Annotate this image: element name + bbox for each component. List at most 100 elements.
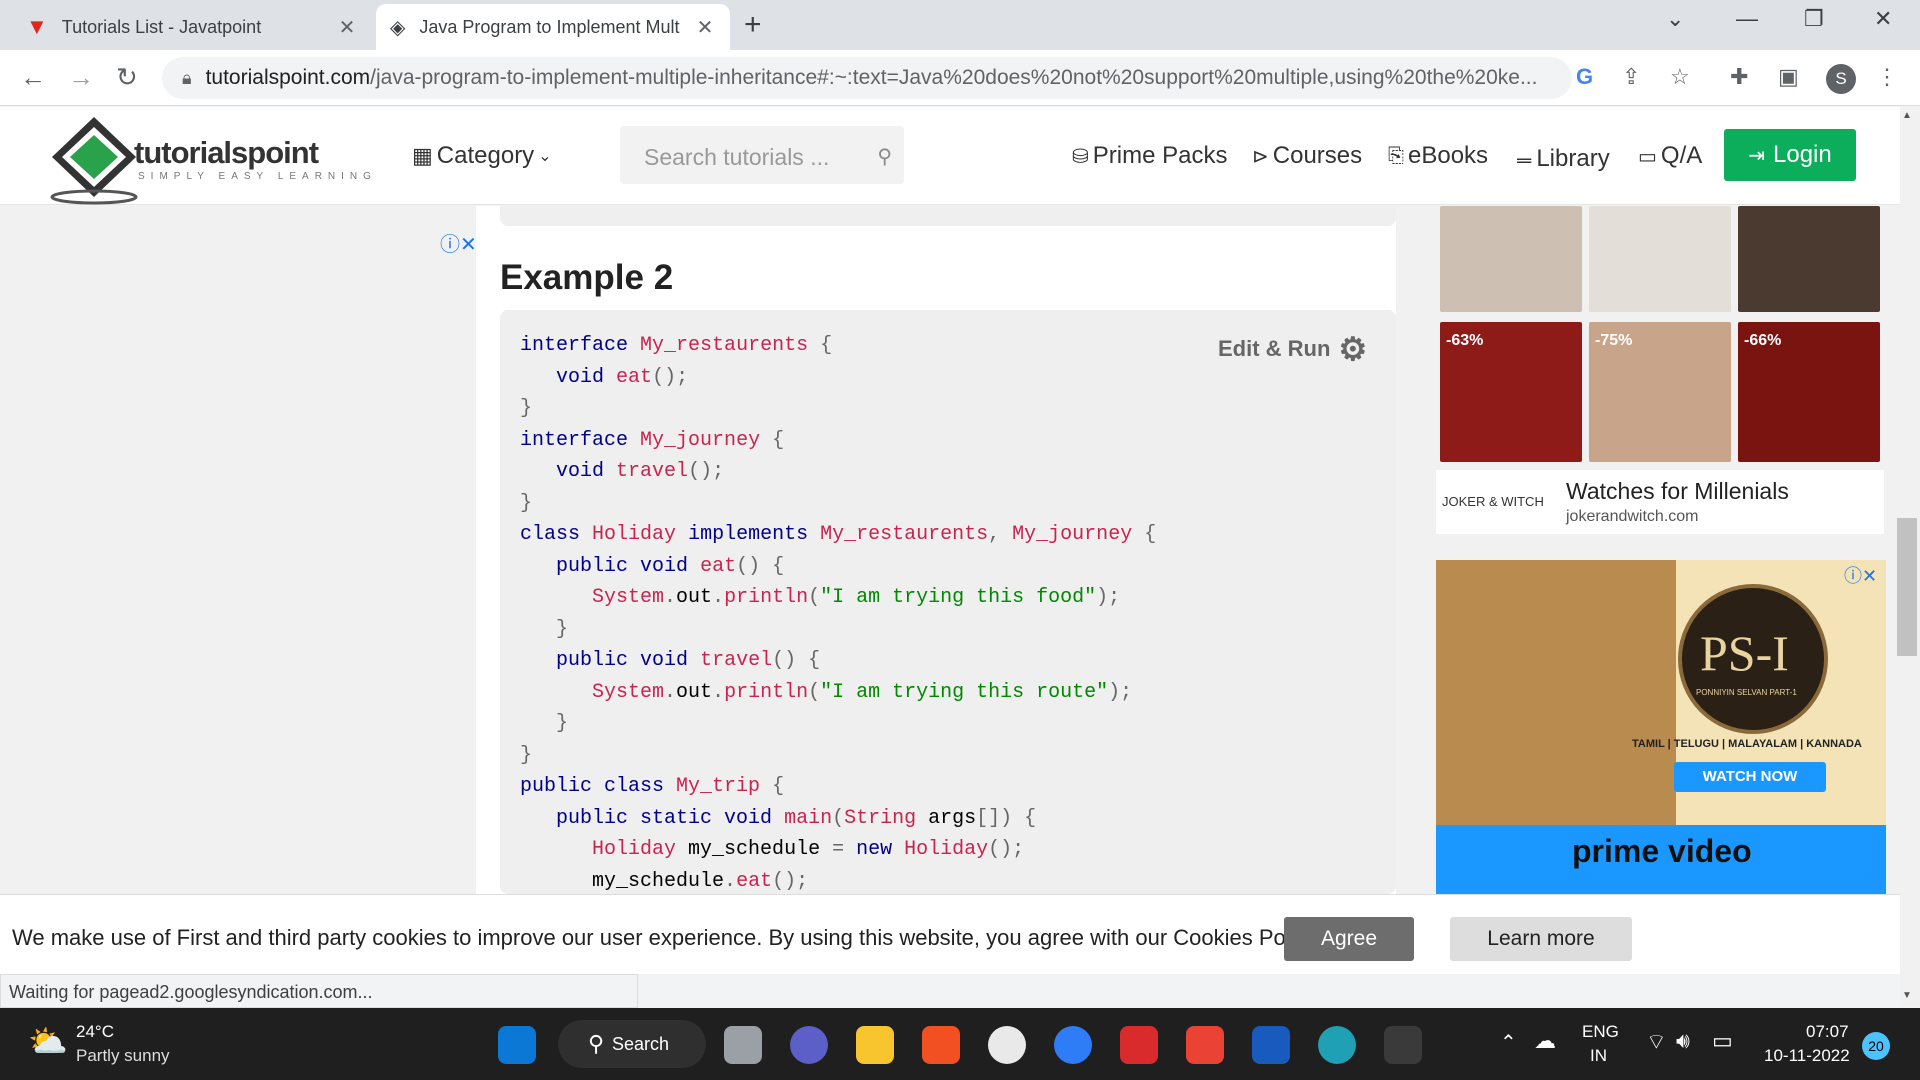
volume-icon[interactable]: 🔊︎ bbox=[1676, 1028, 1690, 1054]
product-image[interactable] bbox=[1738, 206, 1880, 312]
product-image[interactable]: -75% bbox=[1589, 322, 1731, 462]
gear-play-icon: ⚙ bbox=[1338, 331, 1368, 367]
onedrive-cloud-icon[interactable]: ☁ bbox=[1534, 1028, 1556, 1054]
restore-icon[interactable]: ❐ bbox=[1804, 6, 1824, 32]
agree-button[interactable]: Agree bbox=[1284, 917, 1414, 961]
logo-name: tutorialspoint bbox=[134, 135, 319, 170]
teams-chat-icon[interactable] bbox=[790, 1026, 828, 1064]
prime-packs-label: Prime Packs bbox=[1092, 142, 1228, 169]
chevron-up-icon[interactable]: ⌃ bbox=[1500, 1030, 1517, 1055]
grid-icon: ▦ bbox=[412, 143, 433, 168]
extensions-icon[interactable]: ✚ bbox=[1730, 64, 1748, 90]
movie-ad[interactable]: PS-I PONNIYIN SELVAN PART-1 TAMIL | TELU… bbox=[1436, 560, 1886, 894]
close-tab-icon[interactable]: ✕ bbox=[336, 15, 358, 40]
taskbar-search[interactable]: ⚲ Search bbox=[558, 1020, 706, 1068]
category-menu[interactable]: ▦ Category ⌄ bbox=[412, 142, 552, 170]
discount-badge: -63% bbox=[1446, 332, 1484, 349]
search-input[interactable]: Search tutorials ... ⚲ bbox=[620, 126, 904, 184]
scrollbar-thumb[interactable] bbox=[1897, 518, 1917, 656]
watch-now-button[interactable]: WATCH NOW bbox=[1674, 762, 1826, 792]
tab-strip: ▼ Tutorials List - Javatpoint ✕ ◈ Java P… bbox=[0, 0, 1920, 50]
wifi-icon[interactable]: ⌔ bbox=[1646, 1028, 1667, 1056]
nav-prime-packs[interactable]: ⛁ Prime Packs bbox=[1072, 142, 1227, 170]
ad-choices-icon[interactable]: ⓘ✕ bbox=[440, 228, 477, 257]
tutorialspoint-logo[interactable]: tutorialspoint SIMPLY EASY LEARNING bbox=[36, 111, 382, 205]
red-app-icon[interactable] bbox=[1120, 1026, 1158, 1064]
weather-temp[interactable]: 24°C bbox=[76, 1022, 114, 1042]
lock-icon: 🔒︎ bbox=[182, 67, 192, 88]
tab-search-chevron-icon[interactable]: ⌄ bbox=[1666, 6, 1684, 32]
forward-icon[interactable]: → bbox=[68, 62, 94, 93]
file-explorer-icon[interactable] bbox=[856, 1026, 894, 1064]
library-icon: 𝍡 bbox=[1516, 146, 1533, 168]
address-bar[interactable]: 🔒︎ tutorialspoint.com /java-program-to-i… bbox=[162, 57, 1572, 99]
site-header: tutorialspoint SIMPLY EASY LEARNING ▦ Ca… bbox=[0, 107, 1900, 205]
microsoft-store-icon[interactable] bbox=[922, 1026, 960, 1064]
profile-avatar[interactable]: S bbox=[1826, 64, 1856, 94]
browser-toolbar: ← → ↻ 🔒︎ tutorialspoint.com /java-progra… bbox=[0, 50, 1920, 106]
app-icon[interactable] bbox=[988, 1026, 1026, 1064]
new-tab-icon[interactable]: + bbox=[744, 8, 762, 42]
product-image[interactable]: -63% bbox=[1440, 322, 1582, 462]
google-translate-icon[interactable]: G bbox=[1576, 64, 1593, 90]
product-image[interactable] bbox=[1440, 206, 1582, 312]
nav-ebooks[interactable]: ⎘ eBooks bbox=[1388, 142, 1488, 170]
login-label: Login bbox=[1773, 141, 1832, 168]
tab-javatpoint[interactable]: ▼ Tutorials List - Javatpoint ✕ bbox=[12, 4, 372, 50]
close-window-icon[interactable]: ✕ bbox=[1874, 6, 1892, 32]
tab-tutorialspoint[interactable]: ◈ Java Program to Implement Mult ✕ bbox=[376, 4, 730, 50]
movie-title: PS-I bbox=[1700, 625, 1789, 681]
get-help-icon[interactable] bbox=[1054, 1026, 1092, 1064]
javatpoint-favicon-icon: ▼ bbox=[26, 14, 48, 39]
ad-domain: jokerandwitch.com bbox=[1566, 508, 1699, 525]
gmail-icon[interactable] bbox=[1186, 1026, 1224, 1064]
language-top[interactable]: ENG bbox=[1582, 1022, 1619, 1042]
url-host: tutorialspoint.com bbox=[205, 66, 371, 89]
discount-badge: -66% bbox=[1744, 332, 1782, 349]
prime-banner: prime video bbox=[1436, 825, 1886, 894]
notification-badge[interactable]: 20 bbox=[1862, 1032, 1890, 1060]
menu-kebab-icon[interactable]: ⋮ bbox=[1876, 64, 1898, 90]
task-view-icon[interactable] bbox=[724, 1026, 762, 1064]
word-icon[interactable] bbox=[1252, 1026, 1290, 1064]
windows-start-icon[interactable] bbox=[498, 1026, 536, 1064]
edge-icon[interactable] bbox=[1318, 1026, 1356, 1064]
edit-run-label: Edit & Run bbox=[1218, 336, 1331, 361]
product-image[interactable] bbox=[1589, 206, 1731, 312]
tab-title: Java Program to Implement Mult bbox=[419, 16, 680, 37]
weather-desc[interactable]: Partly sunny bbox=[76, 1046, 170, 1066]
scroll-up-arrow-icon[interactable]: ▲ bbox=[1902, 110, 1912, 121]
ad-choices-icon[interactable]: ⓘ✕ bbox=[1844, 562, 1877, 588]
product-image[interactable]: -66% bbox=[1738, 322, 1880, 462]
clock-date[interactable]: 10-11-2022 bbox=[1764, 1046, 1850, 1066]
clock-time[interactable]: 07:07 bbox=[1806, 1022, 1849, 1042]
chat-icon: ▭ bbox=[1638, 145, 1657, 168]
edit-run-button[interactable]: Edit & Run ⚙ bbox=[1218, 330, 1367, 368]
windows-taskbar: ⛅ 24°C Partly sunny ⚲ Search ⌃ ☁ ENG IN … bbox=[0, 1008, 1920, 1080]
category-label: Category bbox=[436, 142, 535, 169]
movie-languages: TAMIL | TELUGU | MALAYALAM | KANNADA bbox=[1632, 738, 1862, 750]
chrome-icon[interactable] bbox=[1384, 1026, 1422, 1064]
share-icon[interactable]: ⇪ bbox=[1622, 64, 1640, 90]
scroll-down-arrow-icon[interactable]: ▼ bbox=[1902, 990, 1912, 1001]
nav-courses[interactable]: ⊳ Courses bbox=[1252, 142, 1362, 170]
weather-icon[interactable]: ⛅ bbox=[28, 1022, 68, 1060]
bookmark-star-icon[interactable]: ☆ bbox=[1670, 64, 1690, 90]
cookie-text: We make use of First and third party coo… bbox=[12, 925, 1323, 950]
close-tab-icon[interactable]: ✕ bbox=[694, 15, 716, 40]
product-ad[interactable]: -63% -75% -66% bbox=[1436, 206, 1884, 470]
login-button[interactable]: ⇥ Login bbox=[1724, 129, 1856, 181]
back-icon[interactable]: ← bbox=[20, 62, 46, 93]
nav-qa[interactable]: ▭ Q/A bbox=[1638, 142, 1702, 170]
nav-library[interactable]: 𝍡 Library bbox=[1516, 142, 1610, 176]
battery-icon[interactable]: ▭ bbox=[1712, 1028, 1733, 1054]
section-heading: Example 2 bbox=[500, 258, 674, 297]
search-icon[interactable]: ⚲ bbox=[877, 144, 892, 169]
boxes-icon: ⛁ bbox=[1072, 145, 1089, 168]
learn-more-button[interactable]: Learn more bbox=[1450, 917, 1632, 961]
reload-icon[interactable]: ↻ bbox=[116, 62, 138, 93]
minimize-icon[interactable]: — bbox=[1736, 6, 1758, 32]
language-bottom[interactable]: IN bbox=[1590, 1046, 1607, 1066]
side-panel-icon[interactable]: ▣ bbox=[1778, 64, 1799, 90]
ad-footer[interactable]: JOKER & WITCH Watches for Millenials jok… bbox=[1436, 470, 1884, 534]
